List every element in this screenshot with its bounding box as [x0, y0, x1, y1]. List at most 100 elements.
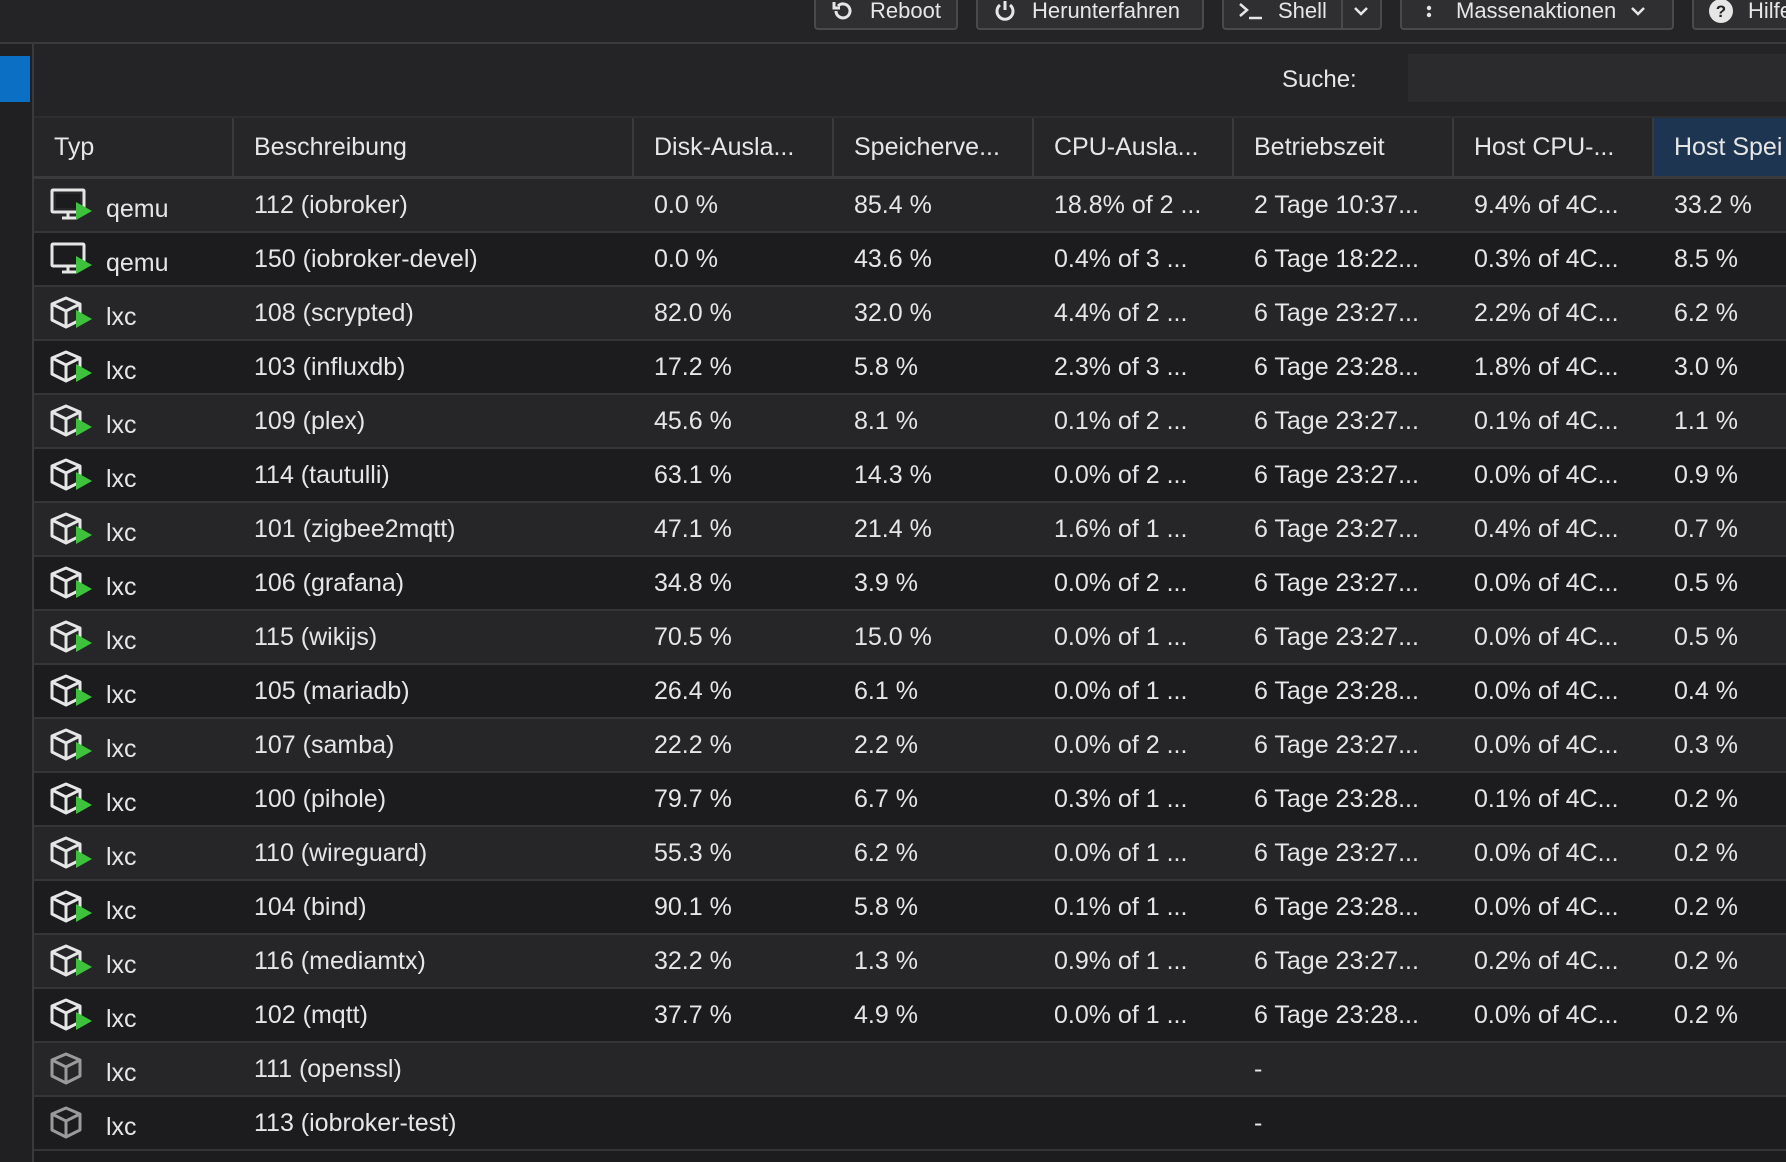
- type-label: lxc: [106, 681, 137, 709]
- shell-button[interactable]: Shell: [1222, 0, 1382, 30]
- description-cell: 109 (plex): [254, 407, 366, 435]
- host-cpu-cell: 2.2% of 4C...: [1474, 299, 1619, 327]
- table-row[interactable]: lxc 103 (influxdb) 17.2 % 5.8 % 2.3% of 3 ..…: [34, 341, 1786, 395]
- container-cube-icon: [50, 890, 92, 923]
- disk-usage-cell: 63.1 %: [654, 461, 732, 489]
- type-cell: lxc: [34, 989, 234, 1041]
- disk-usage-cell: [634, 1043, 834, 1095]
- description-cell: 115 (wikijs): [254, 623, 378, 651]
- column-header-uptime[interactable]: Betriebszeit: [1234, 118, 1454, 176]
- cpu-usage-cell: 0.0% of 2 ...: [1054, 461, 1188, 489]
- memory-usage-cell: 43.6 %: [854, 245, 932, 273]
- description-cell: 107 (samba): [254, 731, 395, 759]
- memory-usage-cell: 32.0 %: [854, 299, 932, 327]
- type-cell: lxc: [34, 827, 234, 879]
- type-cell: qemu: [34, 179, 234, 231]
- description-cell: 112 (iobroker): [254, 191, 408, 219]
- type-cell: lxc: [34, 881, 234, 933]
- column-header-host-cpu[interactable]: Host CPU-...: [1454, 118, 1654, 176]
- column-header-cpu-usage[interactable]: CPU-Ausla...: [1034, 118, 1234, 176]
- table-row[interactable]: lxc 107 (samba) 22.2 % 2.2 % 0.0% of 2 ... 6 …: [34, 719, 1786, 773]
- bulk-actions-button[interactable]: Massenaktionen: [1400, 0, 1674, 30]
- memory-usage-cell: 5.8 %: [854, 353, 918, 381]
- table-row[interactable]: qemu 112 (iobroker) 0.0 % 85.4 % 18.8% of 2 …: [34, 179, 1786, 233]
- chevron-down-icon[interactable]: [1340, 0, 1369, 28]
- type-cell: lxc: [34, 1043, 234, 1095]
- type-label: lxc: [106, 411, 137, 439]
- cpu-usage-cell: 0.0% of 2 ...: [1054, 731, 1188, 759]
- help-button[interactable]: ? Hilfe: [1692, 0, 1786, 30]
- selected-nav-indicator[interactable]: [0, 56, 30, 102]
- host-memory-cell: 0.2 %: [1674, 839, 1738, 867]
- column-header-disk-usage[interactable]: Disk-Ausla...: [634, 118, 834, 176]
- shutdown-button[interactable]: Herunterfahren: [976, 0, 1204, 30]
- type-cell: lxc: [34, 719, 234, 771]
- column-header-memory-usage[interactable]: Speicherve...: [834, 118, 1034, 176]
- column-header-host-memory[interactable]: Host Spei: [1654, 118, 1786, 176]
- column-header-description[interactable]: Beschreibung: [234, 118, 634, 176]
- table-row[interactable]: lxc 101 (zigbee2mqtt) 47.1 % 21.4 % 1.6% of …: [34, 503, 1786, 557]
- reboot-button[interactable]: Reboot: [814, 0, 958, 30]
- cpu-usage-cell: 4.4% of 2 ...: [1054, 299, 1188, 327]
- table-row[interactable]: lxc 104 (bind) 90.1 % 5.8 % 0.1% of 1 ... 6 T…: [34, 881, 1786, 935]
- uptime-cell: 6 Tage 23:28...: [1254, 785, 1419, 813]
- host-cpu-cell: 0.2% of 4C...: [1474, 947, 1619, 975]
- table-row[interactable]: lxc 108 (scrypted) 82.0 % 32.0 % 4.4% of 2 .…: [34, 287, 1786, 341]
- host-cpu-cell: 0.0% of 4C...: [1474, 569, 1619, 597]
- cpu-usage-cell: 0.9% of 1 ...: [1054, 947, 1188, 975]
- type-label: lxc: [106, 1113, 137, 1141]
- host-memory-cell: 0.2 %: [1674, 893, 1738, 921]
- container-cube-icon: [50, 620, 92, 653]
- cpu-usage-cell: 1.6% of 1 ...: [1054, 515, 1188, 543]
- host-memory-cell: 1.1 %: [1674, 407, 1738, 435]
- shutdown-label: Herunterfahren: [1032, 0, 1180, 23]
- table-row[interactable]: lxc 111 (openssl) -: [34, 1043, 1786, 1097]
- uptime-cell: 6 Tage 23:27...: [1254, 623, 1419, 651]
- uptime-cell: 6 Tage 23:27...: [1254, 407, 1419, 435]
- container-cube-icon: [50, 350, 92, 383]
- uptime-cell: 6 Tage 23:28...: [1254, 677, 1419, 705]
- table-row[interactable]: lxc 116 (mediamtx) 32.2 % 1.3 % 0.9% of 1 ..…: [34, 935, 1786, 989]
- disk-usage-cell: 34.8 %: [654, 569, 732, 597]
- table-row[interactable]: lxc 115 (wikijs) 70.5 % 15.0 % 0.0% of 1 ...…: [34, 611, 1786, 665]
- type-label: lxc: [106, 951, 137, 979]
- description-cell: 113 (iobroker-test): [254, 1109, 457, 1137]
- host-cpu-cell: 1.8% of 4C...: [1474, 353, 1619, 381]
- left-navigation-rail: [0, 44, 34, 1162]
- disk-usage-cell: 55.3 %: [654, 839, 732, 867]
- type-cell: lxc: [34, 449, 234, 501]
- chevron-down-icon: [1630, 5, 1646, 17]
- table-row[interactable]: lxc 105 (mariadb) 26.4 % 6.1 % 0.0% of 1 ...…: [34, 665, 1786, 719]
- table-row[interactable]: lxc 106 (grafana) 34.8 % 3.9 % 0.0% of 2 ...…: [34, 557, 1786, 611]
- host-cpu-cell: 0.0% of 4C...: [1474, 839, 1619, 867]
- table-row[interactable]: lxc 102 (mqtt) 37.7 % 4.9 % 0.0% of 1 ... 6 T…: [34, 989, 1786, 1043]
- column-header-type[interactable]: Typ: [34, 118, 234, 176]
- table-row[interactable]: lxc 114 (tautulli) 63.1 % 14.3 % 0.0% of 2 .…: [34, 449, 1786, 503]
- container-cube-icon: [50, 296, 92, 329]
- host-cpu-cell: 0.4% of 4C...: [1474, 515, 1619, 543]
- host-cpu-cell: 0.0% of 4C...: [1474, 677, 1619, 705]
- uptime-cell: 6 Tage 23:27...: [1254, 299, 1419, 327]
- table-row[interactable]: qemu 150 (iobroker-devel) 0.0 % 43.6 % 0.4% …: [34, 233, 1786, 287]
- container-cube-icon: [50, 566, 92, 599]
- host-memory-cell: 0.4 %: [1674, 677, 1738, 705]
- host-memory-cell: 0.3 %: [1674, 731, 1738, 759]
- table-row[interactable]: lxc 113 (iobroker-test) -: [34, 1097, 1786, 1151]
- search-input[interactable]: [1408, 54, 1786, 102]
- type-cell: qemu: [34, 233, 234, 285]
- cpu-usage-cell: 0.0% of 1 ...: [1054, 623, 1188, 651]
- container-cube-icon: [50, 728, 92, 761]
- disk-usage-cell: 70.5 %: [654, 623, 732, 651]
- host-memory-cell: 0.2 %: [1674, 1001, 1738, 1029]
- description-cell: 150 (iobroker-devel): [254, 245, 478, 273]
- description-cell: 116 (mediamtx): [254, 947, 426, 975]
- container-cube-icon: [50, 1106, 82, 1139]
- table-row[interactable]: lxc 110 (wireguard) 55.3 % 6.2 % 0.0% of 1 .…: [34, 827, 1786, 881]
- table-row[interactable]: lxc 100 (pihole) 79.7 % 6.7 % 0.3% of 1 ... 6…: [34, 773, 1786, 827]
- description-cell: 114 (tautulli): [254, 461, 390, 489]
- host-memory-cell: 33.2 %: [1674, 191, 1752, 219]
- table-row[interactable]: lxc 109 (plex) 45.6 % 8.1 % 0.1% of 2 ... 6 T…: [34, 395, 1786, 449]
- vm-monitor-icon: [50, 242, 92, 274]
- reboot-icon: [830, 0, 856, 24]
- terminal-icon: [1238, 0, 1264, 24]
